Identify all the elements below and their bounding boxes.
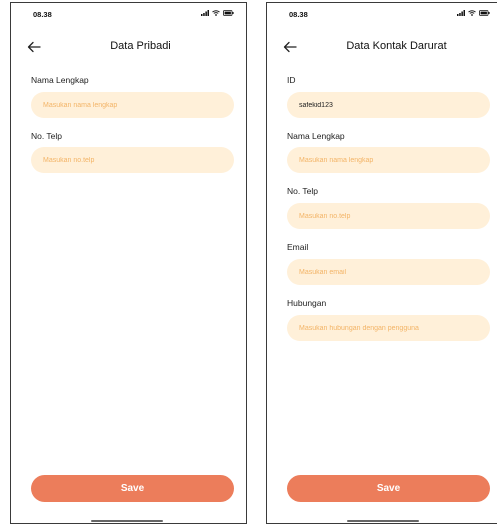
no-telp-input[interactable] [31, 147, 234, 173]
page-title: Data Kontak Darurat [346, 40, 447, 52]
id-label: ID [287, 75, 296, 85]
hubungan-label: Hubungan [287, 298, 327, 308]
status-bar: 08.38 [11, 10, 246, 22]
wifi-icon [212, 10, 220, 16]
wifi-icon [468, 10, 476, 16]
screen-data-pribadi: 08.38 Data Pribadi Nama Lengkap No. Telp… [10, 2, 247, 524]
app-header: Data Kontak Darurat [267, 38, 497, 56]
nama-lengkap-label: Nama Lengkap [31, 75, 89, 85]
nama-lengkap-input[interactable] [287, 147, 490, 173]
save-button[interactable]: Save [287, 475, 490, 502]
back-arrow-icon[interactable] [25, 39, 43, 55]
signal-icon [457, 10, 465, 16]
back-arrow-icon[interactable] [281, 39, 299, 55]
nama-lengkap-label: Nama Lengkap [287, 131, 345, 141]
status-time: 08.38 [289, 10, 308, 19]
status-time: 08.38 [33, 10, 52, 19]
signal-icon [201, 10, 209, 16]
battery-icon [479, 10, 490, 16]
home-indicator [347, 520, 419, 522]
save-button[interactable]: Save [31, 475, 234, 502]
id-input[interactable] [287, 92, 490, 118]
page-title: Data Pribadi [110, 40, 171, 52]
no-telp-label: No. Telp [287, 186, 319, 196]
app-header: Data Pribadi [11, 38, 246, 56]
no-telp-input[interactable] [287, 203, 490, 229]
status-bar: 08.38 [267, 10, 497, 22]
email-label: Email [287, 242, 309, 252]
status-icons [457, 10, 490, 16]
screen-data-kontak-darurat: 08.38 Data Kontak Darurat ID Nama Lengka… [266, 2, 497, 524]
email-input[interactable] [287, 259, 490, 285]
home-indicator [91, 520, 163, 522]
nama-lengkap-input[interactable] [31, 92, 234, 118]
battery-icon [223, 10, 234, 16]
hubungan-input[interactable] [287, 315, 490, 341]
status-icons [201, 10, 234, 16]
no-telp-label: No. Telp [31, 131, 63, 141]
